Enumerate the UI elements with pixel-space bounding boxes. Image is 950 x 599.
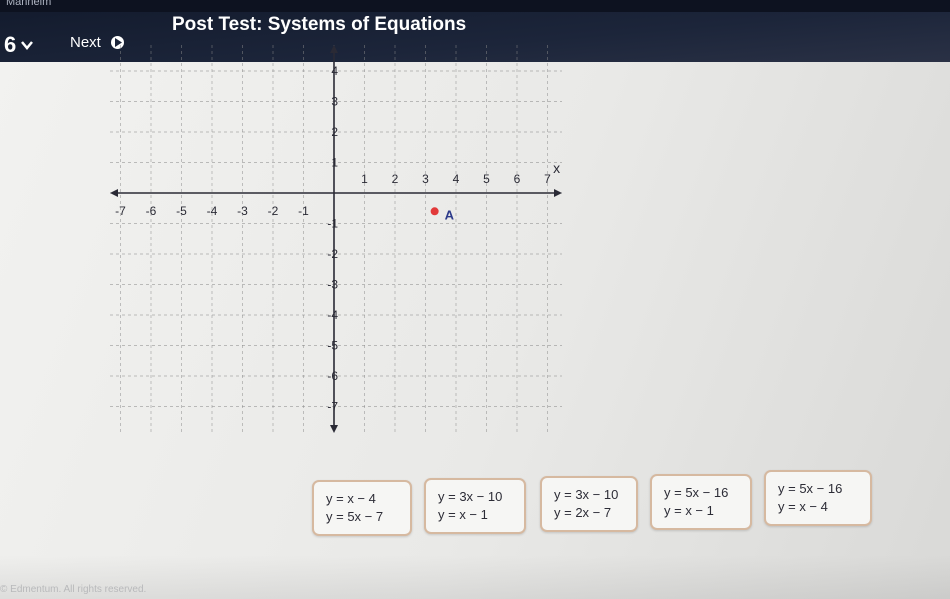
x-axis-arrow-right — [554, 189, 562, 197]
y-axis-arrow-down — [330, 425, 338, 433]
graph-svg: -7 -6 -5 -4 -3 -2 -1 1 2 3 4 5 6 7 4 3 2 1 -1 -2 -3 -4 -5 -6 -7 x… — [110, 45, 562, 433]
x-tick-label: -4 — [207, 204, 218, 218]
answer-option-3[interactable]: y = 3x − 10 y = 2x − 7 — [540, 476, 638, 532]
y-tick-label: 2 — [331, 125, 338, 139]
answer-option-1[interactable]: y = x − 4 y = 5x − 7 — [312, 480, 412, 536]
option-4-eq-2: y = x − 1 — [664, 503, 714, 518]
next-label: Next — [70, 34, 101, 51]
x-tick-label: 2 — [392, 172, 399, 186]
x-tick-label: -5 — [176, 204, 187, 218]
x-tick-label: 7 — [544, 172, 551, 186]
y-tick-label: -1 — [327, 217, 338, 231]
answer-option-5[interactable]: y = 5x − 16 y = x − 4 — [764, 470, 872, 526]
option-5-eq-1: y = 5x − 16 — [778, 481, 843, 496]
x-tick-label: 5 — [483, 172, 490, 186]
y-tick-label: -7 — [327, 400, 338, 414]
x-axis-arrow-left — [110, 189, 118, 197]
option-5-eq-2: y = x − 4 — [778, 499, 828, 514]
option-4-eq-1: y = 5x − 16 — [664, 485, 729, 500]
option-1-eq-2: y = 5x − 7 — [326, 509, 384, 524]
question-number-dropdown[interactable]: 6 — [4, 32, 34, 58]
y-tick-label: -3 — [327, 278, 338, 292]
x-tick-label: -6 — [146, 204, 157, 218]
option-2-eq-2: y = x − 1 — [438, 507, 488, 522]
x-tick-label: 1 — [361, 172, 368, 186]
browser-strip: Mannelm — [0, 0, 950, 12]
x-tick-label: 3 — [422, 172, 429, 186]
x-tick-label: 6 — [514, 172, 521, 186]
x-tick-label: -1 — [298, 204, 309, 218]
chevron-down-icon — [21, 41, 34, 50]
y-tick-label: 4 — [331, 64, 338, 78]
answer-options: y = x − 4 y = 5x − 7 y = 3x − 10 y = x −… — [312, 470, 872, 540]
question-number: 6 — [4, 32, 17, 57]
y-tick-label: -2 — [327, 247, 338, 261]
copyright-footer: © Edmentum. All rights reserved. — [0, 584, 147, 595]
x-axis-label: x — [553, 160, 560, 176]
y-tick-label: -5 — [327, 339, 338, 353]
page-title: Post Test: Systems of Equations — [172, 14, 467, 35]
x-tick-label: -3 — [237, 204, 248, 218]
y-tick-label: -4 — [327, 308, 338, 322]
option-3-eq-1: y = 3x − 10 — [554, 487, 619, 502]
x-tick-label: -2 — [268, 204, 279, 218]
browser-strip-text: Mannelm — [6, 0, 52, 8]
y-tick-label: -6 — [327, 369, 338, 383]
option-1-eq-1: y = x − 4 — [326, 491, 376, 506]
answer-option-4[interactable]: y = 5x − 16 y = x − 1 — [650, 474, 752, 530]
y-tick-label: 3 — [331, 95, 338, 109]
y-tick-label: 1 — [331, 156, 338, 170]
option-3-eq-2: y = 2x − 7 — [554, 505, 612, 520]
x-tick-label: -7 — [115, 204, 126, 218]
x-tick-label: 4 — [453, 172, 460, 186]
y-axis-arrow-up — [330, 45, 338, 53]
answer-option-2[interactable]: y = 3x − 10 y = x − 1 — [424, 478, 526, 534]
point-a-marker — [430, 207, 439, 216]
option-2-eq-1: y = 3x − 10 — [438, 489, 503, 504]
point-a-label: A — [445, 207, 455, 222]
coordinate-graph: -7 -6 -5 -4 -3 -2 -1 1 2 3 4 5 6 7 4 3 2 1 -1 -2 -3 -4 -5 -6 -7 x… — [100, 35, 568, 445]
